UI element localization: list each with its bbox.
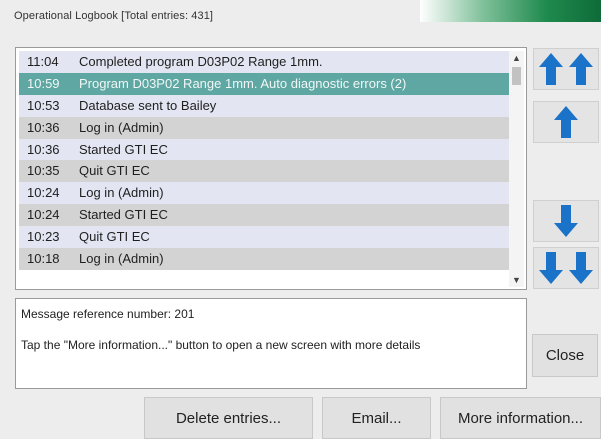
delete-entries-button[interactable]: Delete entries... [144,397,313,439]
log-entry-text: Started GTI EC [79,141,168,157]
email-button[interactable]: Email... [322,397,431,439]
window-title: Operational Logbook [Total entries: 431] [14,10,214,22]
log-entry-text: Log in (Admin) [79,119,164,135]
log-entry-time: 10:59 [27,75,60,91]
log-list-panel: 11:04 Completed program D03P02 Range 1mm.… [15,47,527,290]
log-entry-row[interactable]: 10:53 Database sent to Bailey [19,94,509,117]
log-entry-time: 10:23 [27,229,60,245]
arrow-down-icon [554,205,578,237]
log-entry-row[interactable]: 10:59 Program D03P02 Range 1mm. Auto diag… [19,72,509,95]
log-entry-row[interactable]: 10:36 Started GTI EC [19,138,509,161]
header-accent-banner [420,0,601,22]
log-entry-time: 10:53 [27,97,60,113]
log-entry-row[interactable]: 10:36 Log in (Admin) [19,116,509,139]
scroll-to-top-button[interactable] [533,48,599,90]
log-entry-text: Program D03P02 Range 1mm. Auto diagnosti… [79,75,407,91]
log-entry-row[interactable]: 10:18 Log in (Admin) [19,248,509,270]
log-entry-text: Log in (Admin) [79,185,164,201]
arrow-up-icon [554,106,578,138]
log-entry-row[interactable]: 10:24 Started GTI EC [19,204,509,227]
scrollbar-down-arrow[interactable]: ▼ [509,273,524,287]
log-entry-row[interactable]: 10:23 Quit GTI EC [19,226,509,249]
scroll-down-button[interactable] [533,200,599,242]
logbook-window: Operational Logbook [Total entries: 431]… [0,0,601,439]
log-entry-text: Completed program D03P02 Range 1mm. [79,54,323,69]
scroll-to-bottom-button[interactable] [533,247,599,289]
message-info-text: Tap the "More information..." button to … [21,338,421,352]
message-reference-text: Message reference number: 201 [21,307,195,321]
log-entry-text: Quit GTI EC [79,229,150,245]
log-entry-time: 10:24 [27,185,60,201]
log-entry-text: Database sent to Bailey [79,97,217,113]
log-entry-text: Log in (Admin) [79,251,164,267]
log-entry-time: 10:36 [27,141,60,157]
message-details-panel: Message reference number: 201 Tap the "M… [15,298,527,389]
close-button[interactable]: Close [532,334,598,377]
log-entry-row[interactable]: 10:35 Quit GTI EC [19,160,509,183]
log-entries-list[interactable]: 11:04 Completed program D03P02 Range 1mm.… [19,51,509,287]
log-entry-time: 10:35 [27,163,60,179]
log-entry-text: Quit GTI EC [79,163,150,179]
log-entry-time: 11:04 [27,54,59,69]
log-scrollbar[interactable]: ▲ ▼ [509,51,524,287]
log-entry-time: 10:24 [27,207,60,223]
log-entry-row[interactable]: 10:24 Log in (Admin) [19,182,509,205]
scrollbar-thumb[interactable] [512,67,521,85]
double-arrow-down-icon [539,252,593,284]
double-arrow-up-icon [539,53,593,85]
log-entry-time: 10:18 [27,251,60,267]
log-entry-time: 10:36 [27,119,60,135]
scrollbar-up-arrow[interactable]: ▲ [509,51,524,65]
log-entry-row[interactable]: 11:04 Completed program D03P02 Range 1mm. [19,51,509,73]
log-entry-text: Started GTI EC [79,207,168,223]
scroll-up-button[interactable] [533,101,599,143]
more-information-button[interactable]: More information... [440,397,601,439]
